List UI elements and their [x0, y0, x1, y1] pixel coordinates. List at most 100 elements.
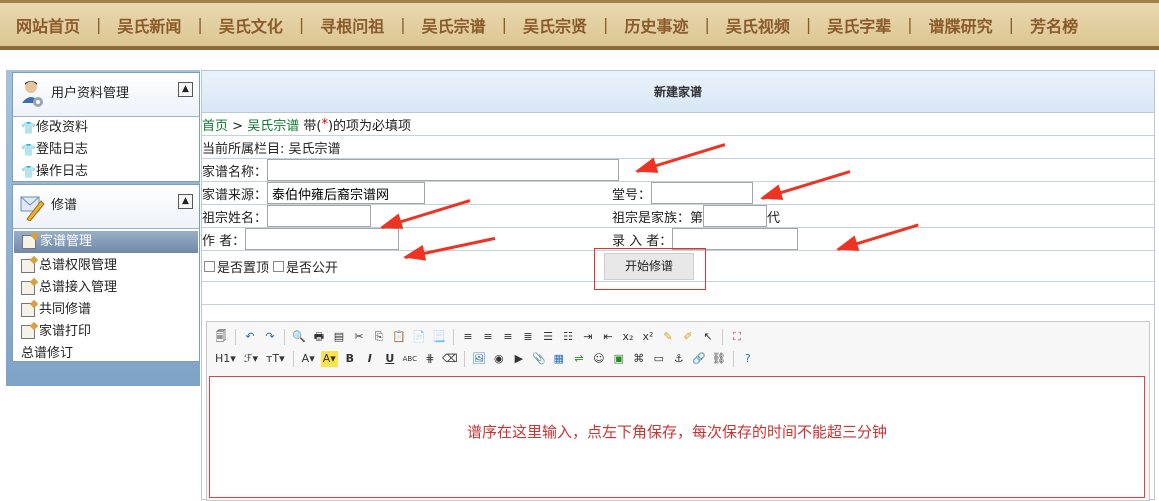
help-icon[interactable]: ? [740, 351, 756, 367]
clear-format-icon[interactable]: ✎ [660, 329, 676, 345]
image-icon[interactable]: 🖼 [471, 351, 487, 367]
link-icon[interactable]: 🔗 [691, 351, 707, 367]
sidebar: 用户资料管理 ▲ 👕 修改资料 👕 登陆日志 👕 操作日志 修谱 ▲ 家谱管理 … [6, 70, 200, 386]
source-label: 家谱来源： [202, 187, 268, 203]
nav-videos[interactable]: 吴氏视频 [710, 13, 806, 37]
genealogy-source-input[interactable] [267, 182, 426, 204]
bold-button[interactable]: B [342, 351, 358, 367]
strikethrough-button[interactable]: ABC [402, 351, 418, 367]
hall-name-input[interactable] [651, 182, 754, 204]
font-size-dropdown[interactable]: тT▾ [264, 351, 287, 367]
pin-top-checkbox[interactable] [204, 260, 215, 272]
heading-dropdown[interactable]: H1▾ [213, 351, 238, 367]
undo-icon[interactable]: ↶ [242, 329, 258, 345]
ancestor-name-input[interactable] [267, 205, 372, 227]
ancestor-label: 祖宗姓名： [202, 210, 268, 226]
unordered-list-icon[interactable]: ☷ [560, 329, 576, 345]
pencil-mail-icon [19, 191, 45, 222]
rich-text-editor: 🗐 ↶ ↷ 🔍 🖶 ▤ ✂ ⎘ 📋 📄 📃 ≡ ≡ ≡ ≣ ☰ ☷ ⇥ ⇤ x₂… [206, 321, 1150, 501]
unlink-icon[interactable]: ⛓ [711, 351, 727, 367]
outdent-icon[interactable]: ⇤ [600, 329, 616, 345]
emoticon-icon[interactable]: ☺ [591, 351, 607, 367]
nav-sages[interactable]: 吴氏宗贤 [507, 13, 603, 37]
nav-home[interactable]: 网站首页 [0, 13, 96, 37]
superscript-icon[interactable]: x² [640, 329, 656, 345]
user-panel: 用户资料管理 ▲ 👕 修改资料 👕 登陆日志 👕 操作日志 [12, 72, 200, 182]
attachment-icon[interactable]: 📎 [531, 351, 547, 367]
sidebar-item-access-management[interactable]: 总谱接入管理 [13, 277, 199, 299]
public-label: 是否公开 [286, 260, 339, 276]
indent-icon[interactable]: ⇥ [580, 329, 596, 345]
redo-icon[interactable]: ↷ [262, 329, 278, 345]
nav-generation-names[interactable]: 吴氏字辈 [811, 13, 907, 37]
recorder-input[interactable] [672, 228, 799, 250]
nav-news[interactable]: 吴氏新闻 [101, 13, 197, 37]
copy-icon[interactable]: ⎘ [371, 329, 387, 345]
nav-history[interactable]: 历史事迹 [608, 13, 704, 37]
sidebar-item-revision[interactable]: 总谱修订 [13, 343, 199, 365]
align-right-icon[interactable]: ≡ [500, 329, 516, 345]
genealogy-panel-title: 修谱 [51, 198, 78, 213]
user-panel-collapse-icon[interactable]: ▲ [178, 82, 193, 97]
sidebar-item-operation-log[interactable]: 👕 操作日志 [13, 161, 199, 183]
nav-genealogy[interactable]: 吴氏宗谱 [406, 13, 502, 37]
horizontal-rule-icon[interactable]: ⋕ [422, 351, 438, 367]
cut-icon[interactable]: ✂ [351, 329, 367, 345]
eraser-icon[interactable]: ⌫ [442, 351, 458, 367]
spacer-row [202, 282, 1154, 305]
print-icon[interactable]: 🖶 [311, 329, 327, 345]
shirt-icon: 👕 [21, 143, 36, 157]
italic-button[interactable]: I [362, 351, 378, 367]
generation-input[interactable] [703, 205, 768, 227]
breadcrumb-home-link[interactable]: 首页 [202, 119, 228, 134]
template-icon[interactable]: ▤ [331, 329, 347, 345]
flash-icon[interactable]: ◉ [491, 351, 507, 367]
genealogy-panel: 修谱 ▲ 家谱管理 总谱权限管理 总谱接入管理 共同修谱 家谱打印 总谱修订 [12, 184, 200, 362]
align-center-icon[interactable]: ≡ [480, 329, 496, 345]
breadcrumb-section-link[interactable]: 吴氏宗谱 [247, 119, 299, 134]
preview-icon[interactable]: 🔍 [291, 329, 307, 345]
source-row: 家谱来源： 堂号： [202, 182, 1154, 205]
author-input[interactable] [245, 228, 400, 250]
name-row: 家谱名称： [202, 159, 1154, 182]
nav-research[interactable]: 谱牒研究 [913, 13, 1009, 37]
nav-honor-roll[interactable]: 芳名榜 [1014, 13, 1094, 37]
align-left-icon[interactable]: ≡ [460, 329, 476, 345]
ordered-list-icon[interactable]: ☰ [540, 329, 556, 345]
cursor-icon[interactable]: ↖ [700, 329, 716, 345]
media-icon[interactable]: ▶ [511, 351, 527, 367]
anchor-icon[interactable]: ⚓ [671, 351, 687, 367]
sidebar-item-print[interactable]: 家谱打印 [13, 321, 199, 343]
underline-button[interactable]: U [382, 351, 398, 367]
code-block-icon[interactable]: ⌘ [631, 351, 647, 367]
paste-text-icon[interactable]: 📄 [411, 329, 427, 345]
justify-icon[interactable]: ≣ [520, 329, 536, 345]
code-icon[interactable]: ⇌ [571, 351, 587, 367]
sidebar-item-login-log[interactable]: 👕 登陆日志 [13, 139, 199, 161]
map-icon[interactable]: ▣ [611, 351, 627, 367]
fullscreen-icon[interactable]: ⛶ [729, 329, 745, 345]
sidebar-item-permission-management[interactable]: 总谱权限管理 [13, 255, 199, 277]
current-column-text: 当前所属栏目: 吴氏宗谱 [202, 141, 341, 157]
sidebar-item-genealogy-management[interactable]: 家谱管理 [14, 231, 198, 253]
highlight-color-dropdown[interactable]: A▾ [320, 351, 338, 367]
select-all-icon[interactable]: ✐ [680, 329, 696, 345]
paste-icon[interactable]: 📋 [391, 329, 407, 345]
public-checkbox[interactable] [273, 260, 285, 272]
hall-label: 堂号： [612, 187, 652, 203]
note-icon [21, 259, 35, 273]
genealogy-panel-collapse-icon[interactable]: ▲ [178, 194, 193, 209]
font-family-dropdown[interactable]: ℱ▾ [242, 351, 260, 367]
genealogy-name-input[interactable] [267, 159, 620, 181]
source-icon[interactable]: 🗐 [213, 329, 229, 345]
nav-culture[interactable]: 吴氏文化 [203, 13, 299, 37]
table-icon[interactable]: ▦ [551, 351, 567, 367]
text-color-dropdown[interactable]: A▾ [300, 351, 317, 367]
page-break-icon[interactable]: ▭ [651, 351, 667, 367]
subscript-icon[interactable]: x₂ [620, 329, 636, 345]
editor-content-area[interactable]: 谱序在这里输入，点左下角保存，每次保存的时间不能超三分钟 [209, 376, 1145, 498]
sidebar-item-co-editing[interactable]: 共同修谱 [13, 299, 199, 321]
sidebar-item-edit-profile[interactable]: 👕 修改资料 [13, 117, 199, 139]
paste-word-icon[interactable]: 📃 [431, 329, 447, 345]
nav-roots[interactable]: 寻根问祖 [304, 13, 400, 37]
